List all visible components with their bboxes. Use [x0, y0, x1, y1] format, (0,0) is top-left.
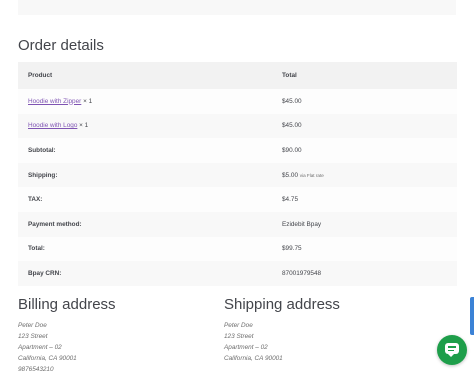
- order-details-title: Order details: [18, 37, 104, 54]
- summary-row-total: Total: $99.75: [18, 236, 457, 262]
- summary-row-tax: TAX: $4.75: [18, 187, 457, 212]
- address-line: 123 Street: [18, 333, 48, 340]
- product-link[interactable]: Hoodie with Logo: [28, 122, 77, 129]
- order-item-total: $45.00: [282, 89, 457, 114]
- address-line: Apartment – 02: [224, 344, 268, 351]
- summary-label: Payment method:: [18, 211, 282, 237]
- summary-label: TAX:: [18, 187, 282, 212]
- summary-value: Ezidebit Bpay: [282, 211, 457, 237]
- shipping-address: Peter Doe 123 Street Apartment – 02 Cali…: [224, 320, 283, 364]
- column-header-product: Product: [18, 62, 282, 89]
- summary-row-payment-method: Payment method: Ezidebit Bpay: [18, 211, 457, 237]
- product-quantity: × 1: [83, 97, 93, 105]
- summary-value: $90.00: [282, 138, 457, 163]
- product-quantity: × 1: [79, 122, 89, 130]
- address-line: Apartment – 02: [18, 344, 62, 351]
- address-line: 123 Street: [224, 333, 254, 340]
- shipping-address-title: Shipping address: [224, 296, 340, 313]
- summary-value: $5.00: [282, 171, 298, 179]
- order-item-row: Hoodie with Zipper × 1 $45.00: [18, 89, 457, 114]
- summary-row-subtotal: Subtotal: $90.00: [18, 138, 457, 163]
- chat-button[interactable]: [437, 335, 467, 365]
- address-line: California, CA 90001: [224, 355, 283, 362]
- previous-section-box: • ••••• ••: [18, 0, 456, 15]
- address-line: Peter Doe: [18, 322, 47, 329]
- summary-row-shipping: Shipping: $5.00 via Flat rate: [18, 162, 457, 188]
- billing-address-title: Billing address: [18, 296, 116, 313]
- cut-off-text: • ••••• ••: [32, 0, 56, 2]
- summary-label: Bpay CRN:: [18, 261, 282, 286]
- summary-value-cell: $5.00 via Flat rate: [282, 162, 457, 188]
- summary-value: $4.75: [282, 187, 457, 212]
- address-phone: 9876543210: [18, 366, 54, 373]
- summary-value: 87001979548: [282, 261, 457, 286]
- column-header-total: Total: [282, 62, 457, 89]
- order-details-table: Product Total Hoodie with Zipper × 1 $45…: [18, 62, 457, 286]
- side-feedback-tab[interactable]: [470, 297, 474, 335]
- address-line: Peter Doe: [224, 322, 253, 329]
- product-link[interactable]: Hoodie with Zipper: [28, 98, 81, 105]
- address-line: California, CA 90001: [18, 355, 77, 362]
- order-item-total: $45.00: [282, 113, 457, 139]
- shipping-method-note: via Flat rate: [299, 172, 324, 178]
- summary-label: Shipping:: [18, 162, 282, 188]
- order-item-product: Hoodie with Zipper × 1: [18, 89, 282, 114]
- summary-row-bpay-crn: Bpay CRN: 87001979548: [18, 261, 457, 286]
- billing-address: Peter Doe 123 Street Apartment – 02 Cali…: [18, 320, 77, 375]
- summary-label: Subtotal:: [18, 138, 282, 163]
- summary-label: Total:: [18, 236, 282, 262]
- chat-bubble-icon: [445, 343, 459, 357]
- table-header-row: Product Total: [18, 62, 457, 89]
- order-item-product: Hoodie with Logo × 1: [18, 113, 282, 139]
- order-item-row: Hoodie with Logo × 1 $45.00: [18, 113, 457, 139]
- summary-value: $99.75: [282, 236, 457, 262]
